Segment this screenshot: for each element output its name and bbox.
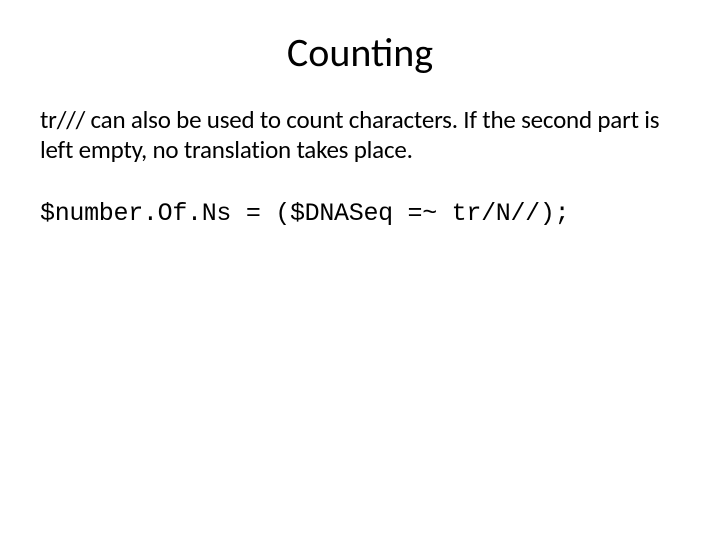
code-example: $number.Of.Ns = ($DNASeq =~ tr/N//);	[40, 199, 680, 228]
slide-title: Counting	[40, 28, 680, 77]
slide-body: tr/// can also be used to count characte…	[40, 105, 680, 165]
slide: Counting tr/// can also be used to count…	[0, 0, 720, 540]
